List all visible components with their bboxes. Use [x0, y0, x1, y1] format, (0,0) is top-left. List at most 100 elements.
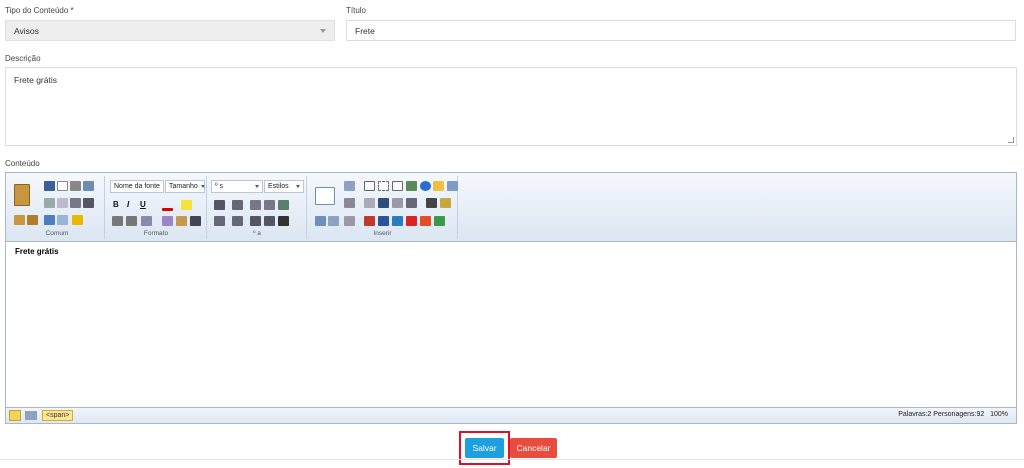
html5-icon[interactable]	[420, 216, 431, 226]
widget-icon[interactable]	[406, 181, 417, 191]
subscript-icon[interactable]	[126, 216, 137, 226]
undo-icon[interactable]	[44, 215, 55, 225]
chevron-down-icon	[320, 28, 326, 33]
grid-icon[interactable]	[433, 181, 444, 191]
descricao-textarea[interactable]: Frete grátis	[5, 67, 1017, 146]
editor-toolbar: Comum Nome da fonte Tamanho B I U Format…	[6, 173, 1016, 242]
superscript-icon[interactable]	[112, 216, 123, 226]
image-gallery-icon[interactable]	[447, 181, 458, 191]
rich-text-editor: Comum Nome da fonte Tamanho B I U Format…	[5, 172, 1017, 424]
styles-value: Estilos	[268, 183, 289, 190]
redo-icon[interactable]	[57, 215, 68, 225]
toolbar-group-paragraph: º s Estilos º a	[208, 176, 307, 239]
font-name-value: Nome da fonte	[114, 183, 160, 190]
paste-text-icon[interactable]	[14, 215, 25, 225]
titulo-input[interactable]: Frete	[346, 20, 1016, 41]
bold-button[interactable]: B	[113, 200, 119, 210]
conteudo-label: Conteúdo	[5, 159, 40, 168]
div-icon[interactable]	[378, 181, 389, 191]
cancel-button[interactable]: Cancelar	[510, 438, 557, 458]
word-count-status: Palavras:2 Personagens:92 100%	[898, 411, 1008, 418]
copy-icon[interactable]	[57, 198, 68, 208]
find-icon[interactable]	[83, 198, 94, 208]
font-color-icon[interactable]	[162, 208, 173, 211]
print-icon[interactable]	[70, 181, 81, 191]
paste-word-icon[interactable]	[27, 215, 38, 225]
special-character-icon[interactable]	[426, 198, 437, 208]
styles-dropdown[interactable]: Estilos	[264, 180, 304, 193]
italic-button[interactable]: I	[127, 200, 129, 210]
tag-path-span[interactable]: <span>	[42, 410, 74, 421]
underline-button[interactable]: U	[140, 200, 146, 210]
blockquote-icon[interactable]	[278, 216, 289, 226]
font-size-dropdown[interactable]: Tamanho	[165, 180, 205, 193]
align-icon[interactable]	[214, 200, 225, 210]
indent-icon[interactable]	[264, 216, 275, 226]
tipo-conteudo-select[interactable]: Avisos	[5, 20, 335, 41]
table-icon[interactable]	[315, 187, 335, 205]
new-document-icon[interactable]	[57, 181, 68, 191]
clear-format-icon[interactable]	[176, 216, 187, 226]
rtl-icon[interactable]	[264, 200, 275, 210]
outdent-icon[interactable]	[250, 216, 261, 226]
format-dropdown[interactable]: º s	[211, 180, 263, 193]
word-char-count: Palavras:2 Personagens:92	[898, 411, 985, 418]
highlight-color-icon[interactable]	[181, 200, 192, 210]
save-icon[interactable]	[44, 181, 55, 191]
titulo-value: Frete	[355, 25, 375, 36]
font-name-dropdown[interactable]: Nome da fonte	[110, 180, 164, 193]
hyperlink-icon[interactable]	[392, 198, 403, 208]
numbered-list-icon[interactable]	[214, 216, 225, 226]
cut-icon[interactable]	[44, 198, 55, 208]
group-label-formato: Formato	[143, 230, 169, 237]
anchor-icon[interactable]	[378, 198, 389, 208]
chevron-down-icon	[296, 185, 300, 188]
editor-content-area[interactable]: Frete grátis	[6, 243, 1016, 407]
tipo-conteudo-label: Tipo do Conteúdo *	[5, 6, 74, 15]
spellcheck-icon[interactable]	[83, 181, 94, 191]
zoom-level[interactable]: 100%	[990, 411, 1008, 418]
image-icon[interactable]	[315, 216, 326, 226]
bulleted-list-icon[interactable]	[232, 216, 243, 226]
youtube-icon[interactable]	[406, 216, 417, 226]
code-snippet-icon[interactable]	[434, 216, 445, 226]
document-icon[interactable]	[378, 216, 389, 226]
insert-block-icon[interactable]	[344, 181, 355, 191]
paste-icon[interactable]	[14, 184, 30, 206]
snippet-icon[interactable]	[440, 198, 451, 208]
change-case-icon[interactable]	[141, 216, 152, 226]
chevron-down-icon	[200, 185, 204, 188]
design-mode-icon[interactable]	[9, 410, 21, 421]
format-painter-icon[interactable]	[72, 215, 83, 225]
select-icon[interactable]	[190, 216, 201, 226]
toolbar-group-formato: Nome da fonte Tamanho B I U Formato	[106, 176, 207, 239]
footer-divider	[0, 459, 1024, 460]
media-icon[interactable]	[406, 198, 417, 208]
chevron-down-icon	[255, 185, 259, 188]
font-size-value: Tamanho	[169, 183, 198, 190]
delete-icon[interactable]	[70, 198, 81, 208]
chevron-down-icon	[162, 185, 163, 188]
paragraph-settings-icon[interactable]	[278, 200, 289, 210]
toolbar-group-inserir: Inserir	[308, 176, 458, 239]
link-style-icon[interactable]	[162, 216, 173, 226]
help-icon[interactable]	[420, 181, 431, 191]
pdf-icon[interactable]	[364, 216, 375, 226]
resize-handle[interactable]	[1008, 137, 1014, 143]
flash-icon[interactable]	[392, 216, 403, 226]
line-spacing-icon[interactable]	[232, 200, 243, 210]
frame-icon[interactable]	[364, 181, 375, 191]
template-icon[interactable]	[392, 181, 403, 191]
group-label-comum: Comum	[45, 230, 69, 237]
link-icon[interactable]	[344, 198, 355, 208]
image-map-icon[interactable]	[328, 216, 339, 226]
save-button[interactable]: Salvar	[465, 438, 504, 458]
toolbar-group-comum: Comum	[10, 176, 105, 239]
unlink-icon[interactable]	[364, 198, 375, 208]
form-icon[interactable]	[344, 216, 355, 226]
group-label-inserir: Inserir	[373, 230, 392, 237]
format-value: º s	[215, 183, 224, 190]
html-mode-icon[interactable]	[25, 411, 37, 420]
ltr-icon[interactable]	[250, 200, 261, 210]
titulo-label: Título	[346, 6, 367, 15]
